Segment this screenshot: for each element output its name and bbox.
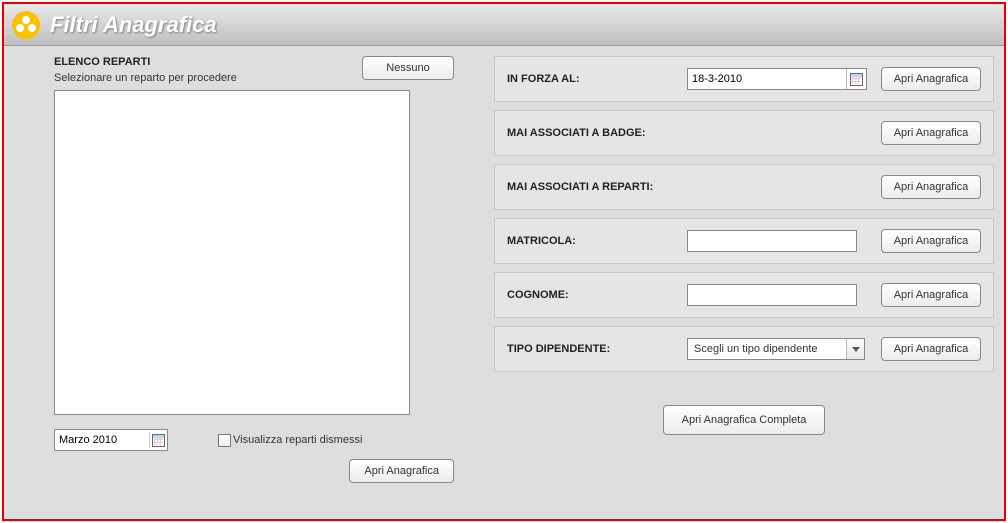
in-forza-label: IN FORZA AL:	[507, 73, 677, 85]
apri-completa-button[interactable]: Apri Anagrafica Completa	[663, 405, 826, 435]
left-panel: ELENCO REPARTI Selezionare un reparto pe…	[54, 56, 454, 509]
matricola-label: MATRICOLA:	[507, 235, 677, 247]
apri-anagrafica-left-button[interactable]: Apri Anagrafica	[349, 459, 454, 483]
filter-tipo: TIPO DIPENDENTE: Scegli un tipo dipenden…	[494, 326, 994, 372]
apri-matricola-button[interactable]: Apri Anagrafica	[881, 229, 981, 253]
filter-in-forza: IN FORZA AL: 18-3-2010 Apri Anagrafica	[494, 56, 994, 102]
tipo-select[interactable]: Scegli un tipo dipendente	[687, 338, 865, 360]
badge-label: MAI ASSOCIATI A BADGE:	[507, 127, 871, 139]
calendar-button[interactable]	[846, 69, 866, 89]
nessuno-button[interactable]: Nessuno	[362, 56, 454, 80]
cognome-label: COGNOME:	[507, 289, 677, 301]
app-window: Filtri Anagrafica ELENCO REPARTI Selezio…	[2, 2, 1006, 521]
apri-badge-button[interactable]: Apri Anagrafica	[881, 121, 981, 145]
reparti-label: MAI ASSOCIATI A REPARTI:	[507, 181, 871, 193]
apri-cognome-button[interactable]: Apri Anagrafica	[881, 283, 981, 307]
complete-row: Apri Anagrafica Completa	[494, 390, 994, 450]
right-panel: IN FORZA AL: 18-3-2010 Apri Anagrafica M…	[494, 56, 994, 509]
in-forza-date-input[interactable]: 18-3-2010	[687, 68, 867, 90]
apri-in-forza-button[interactable]: Apri Anagrafica	[881, 67, 981, 91]
filter-badge: MAI ASSOCIATI A BADGE: Apri Anagrafica	[494, 110, 994, 156]
cognome-input[interactable]	[687, 284, 857, 306]
calendar-icon	[850, 73, 863, 86]
page-title: Filtri Anagrafica	[50, 12, 217, 38]
chevron-down-icon	[852, 347, 860, 352]
calendar-icon	[152, 434, 165, 447]
tipo-selected: Scegli un tipo dipendente	[688, 339, 846, 359]
reparti-listbox[interactable]	[54, 90, 410, 415]
matricola-input[interactable]	[687, 230, 857, 252]
elenco-title: ELENCO REPARTI	[54, 56, 362, 68]
in-forza-value: 18-3-2010	[688, 69, 846, 89]
filter-reparti: MAI ASSOCIATI A REPARTI: Apri Anagrafica	[494, 164, 994, 210]
month-picker[interactable]: Marzo 2010	[54, 429, 168, 451]
people-icon	[12, 11, 40, 39]
apri-tipo-button[interactable]: Apri Anagrafica	[881, 337, 981, 361]
calendar-button[interactable]	[149, 432, 165, 448]
content-area: ELENCO REPARTI Selezionare un reparto pe…	[4, 46, 1004, 519]
dismessi-checkbox[interactable]: Visualizza reparti dismessi	[218, 434, 362, 447]
month-value: Marzo 2010	[59, 434, 149, 446]
tipo-label: TIPO DIPENDENTE:	[507, 343, 677, 355]
elenco-subtitle: Selezionare un reparto per procedere	[54, 72, 362, 84]
header-bar: Filtri Anagrafica	[4, 4, 1004, 46]
filter-cognome: COGNOME: Apri Anagrafica	[494, 272, 994, 318]
filter-matricola: MATRICOLA: Apri Anagrafica	[494, 218, 994, 264]
checkbox-icon	[218, 434, 231, 447]
dismessi-label: Visualizza reparti dismessi	[233, 434, 362, 446]
apri-reparti-button[interactable]: Apri Anagrafica	[881, 175, 981, 199]
dropdown-toggle[interactable]	[846, 339, 864, 359]
